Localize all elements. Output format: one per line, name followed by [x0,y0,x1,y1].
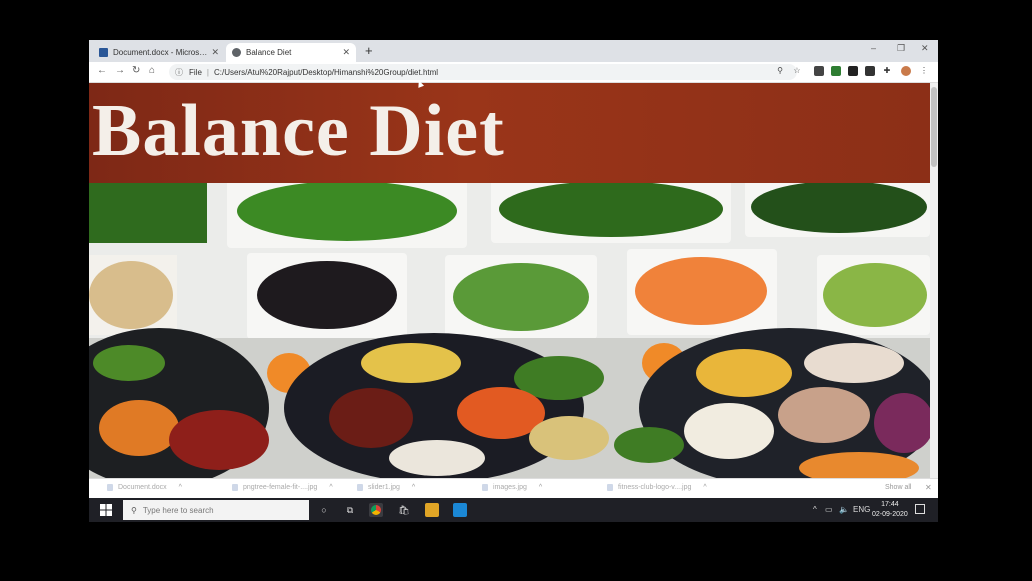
new-tab-button[interactable]: + [365,43,373,58]
download-label: fitness-club-logo-v....jpg [618,484,692,491]
bookmark-star-icon[interactable]: ☆ [792,66,802,76]
download-label: Document.docx [118,484,167,491]
file-icon [107,484,113,491]
download-item[interactable]: pngtree-female-fit-....jpg ^ [232,484,333,491]
chevron-up-icon[interactable]: ^ [179,484,182,491]
clock-date: 02-09-2020 [872,511,908,518]
download-label: pngtree-female-fit-....jpg [243,484,318,491]
extension-icon[interactable] [865,66,875,76]
cortana-icon[interactable]: ○ [317,503,331,517]
tab-strip: Document.docx - Microsoft Wor ✕ Balance … [89,40,938,62]
reload-icon[interactable]: ↻ [132,65,140,76]
volume-icon[interactable]: 🔈 [839,505,849,514]
tab-label: Balance Diet [246,48,292,57]
search-placeholder: Type here to search [142,505,214,515]
forward-arrow-icon[interactable]: → [115,65,125,76]
windows-taskbar: ⚲ Type here to search ○ ⧉ 🛍 ^ ▭ 🔈 ENG 17… [89,498,938,522]
chevron-up-icon[interactable]: ^ [813,505,817,514]
home-icon[interactable]: ⌂ [149,65,155,76]
clock-time: 17:44 [881,501,899,508]
download-shelf: Document.docx ^ pngtree-female-fit-....jp… [89,478,938,499]
extension-icon[interactable] [814,66,824,76]
system-clock[interactable]: 17:44 02-09-2020 [872,500,908,520]
windows-start-icon[interactable] [100,504,112,516]
back-arrow-icon[interactable]: ← [97,65,107,76]
avatar[interactable] [901,66,911,76]
info-icon[interactable]: ⓘ [175,67,183,78]
page-scrollbar[interactable] [930,83,938,478]
taskbar-search[interactable]: ⚲ Type here to search [123,500,309,520]
network-icon[interactable]: ▭ [825,505,833,514]
zoom-icon[interactable]: ⚲ [775,66,785,76]
food-platter-image [89,183,930,478]
page-title: Balance Diet [92,90,505,172]
search-icon: ⚲ [131,505,137,515]
close-window-button[interactable]: ✕ [921,43,929,54]
chevron-up-icon[interactable]: ^ [703,484,706,491]
tab-document[interactable]: Document.docx - Microsoft Wor ✕ [93,43,225,62]
monitor-bezel: Document.docx - Microsoft Wor ✕ Balance … [0,0,1032,581]
app-icon[interactable] [453,503,467,517]
file-icon [357,484,363,491]
file-explorer-icon[interactable] [425,503,439,517]
tab-balance-diet[interactable]: Balance Diet ✕ [226,43,356,62]
close-tab-icon[interactable]: ✕ [211,47,219,58]
download-item[interactable]: slider1.jpg ^ [357,484,415,491]
page-content: Balance Diet [89,83,938,478]
header-banner: Balance Diet [89,83,930,183]
notification-icon[interactable] [915,504,925,514]
download-label: slider1.jpg [368,484,400,491]
minimize-button[interactable]: – [871,43,876,53]
store-icon[interactable]: 🛍 [397,503,411,517]
address-separator: | [206,67,209,77]
browser-toolbar: ← → ↻ ⌂ ⓘ File | C:/Users/Atul%20Rajput/… [89,62,938,83]
chrome-icon[interactable] [369,503,383,517]
download-item[interactable]: Document.docx ^ [107,484,182,491]
url-text[interactable]: C:/Users/Atul%20Rajput/Desktop/Himanshi%… [214,68,438,77]
security-label: File [189,67,202,77]
browser-window: Document.docx - Microsoft Wor ✕ Balance … [89,40,938,522]
task-view-icon[interactable]: ⧉ [343,503,357,517]
file-icon [607,484,613,491]
puzzle-icon[interactable]: ✚ [882,66,892,76]
scrollbar-thumb[interactable] [931,87,937,167]
maximize-button[interactable]: ❐ [897,43,905,54]
download-label: images.jpg [493,484,527,491]
chevron-up-icon[interactable]: ^ [412,484,415,491]
shield-icon[interactable] [848,66,858,76]
download-item[interactable]: images.jpg ^ [482,484,542,491]
globe-icon [232,48,241,57]
close-shelf-icon[interactable]: ✕ [925,483,932,492]
file-icon [482,484,488,491]
download-item[interactable]: fitness-club-logo-v....jpg ^ [607,484,707,491]
menu-dots-icon[interactable]: ⋮ [919,66,929,76]
address-bar[interactable]: ⓘ File | C:/Users/Atul%20Rajput/Desktop/… [169,64,797,80]
show-all-button[interactable]: Show all [885,484,911,491]
close-tab-icon[interactable]: ✕ [342,47,350,58]
language-indicator[interactable]: ENG [853,505,870,514]
extension-icon[interactable] [831,66,841,76]
file-icon [232,484,238,491]
chevron-up-icon[interactable]: ^ [329,484,332,491]
chevron-up-icon[interactable]: ^ [539,484,542,491]
word-icon [99,48,108,57]
tab-label: Document.docx - Microsoft Wor [113,48,208,57]
